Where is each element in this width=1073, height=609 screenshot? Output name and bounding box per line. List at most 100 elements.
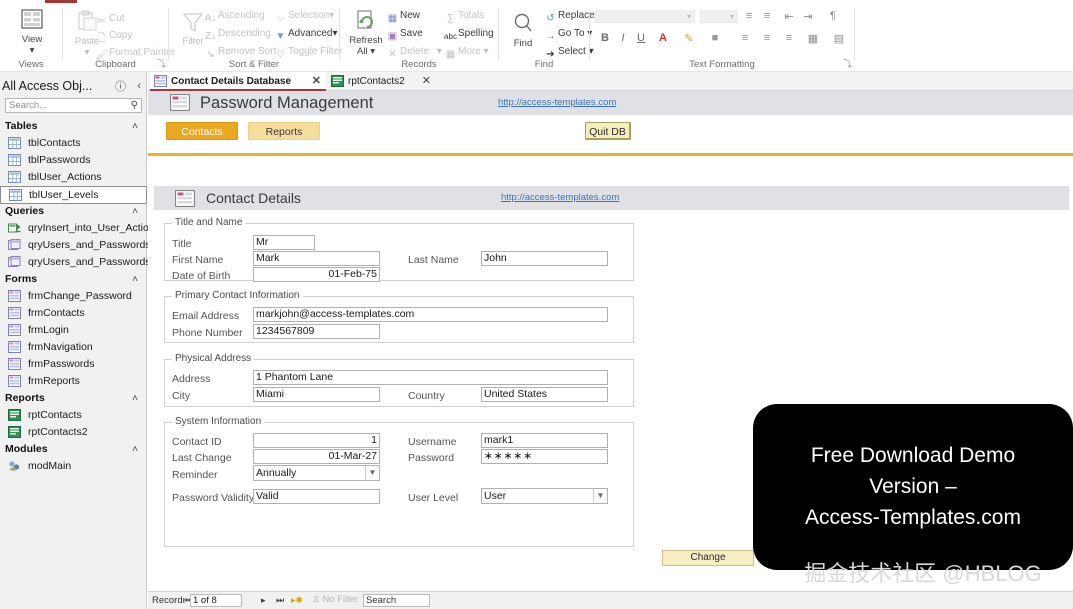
contacts-button[interactable]: Contacts	[166, 122, 238, 140]
nav-section-header-modules[interactable]: Modules˄	[0, 441, 147, 458]
align-right-icon[interactable]: ≡	[782, 32, 796, 44]
view-button[interactable]: View ▾	[10, 8, 54, 56]
chevron-down-icon[interactable]: ▼	[365, 466, 379, 480]
nav-item-rptContacts2[interactable]: rptContacts2	[0, 424, 147, 441]
increase-indent-icon[interactable]: ⇥	[801, 10, 815, 23]
cut-button[interactable]: ✄Cut	[94, 12, 125, 29]
navigation-search-input[interactable]: Search... ⚲	[5, 98, 142, 113]
chevron-up-icon[interactable]: ˄	[132, 390, 138, 407]
bullets-icon[interactable]: ≡	[742, 10, 756, 22]
close-icon[interactable]: ✕	[312, 72, 321, 91]
selection-caret[interactable]: ▾	[329, 10, 334, 21]
quit-db-button[interactable]: Quit DB	[585, 122, 631, 140]
refresh-all-caret[interactable]: All ▾	[344, 46, 388, 57]
input-title[interactable]: Mr	[253, 235, 315, 250]
change-password-button[interactable]: Change Password...	[662, 550, 754, 566]
bold-button[interactable]: B	[598, 32, 612, 44]
decrease-indent-icon[interactable]: ⇤	[782, 10, 796, 23]
chevron-up-icon[interactable]: ˄	[132, 441, 138, 458]
close-icon[interactable]: ✕	[422, 72, 431, 91]
delete-caret[interactable]: ▾	[429, 46, 442, 57]
nav-item-frmContacts[interactable]: frmContacts	[0, 305, 147, 322]
go-to-button[interactable]: →Go To ▾	[543, 27, 592, 44]
advanced-caret[interactable]: ▾	[332, 28, 337, 39]
chevron-up-icon[interactable]: ˄	[132, 271, 138, 288]
subform-web-link[interactable]: http://access-templates.com	[501, 192, 619, 203]
input-last-name[interactable]: John	[481, 251, 608, 266]
chevron-down-icon[interactable]: ▼	[593, 489, 607, 503]
chevron-up-icon[interactable]: ˄	[132, 118, 138, 135]
nav-item-rptContacts[interactable]: rptContacts	[0, 407, 147, 424]
input-date-of-birth[interactable]: 01-Feb-75	[253, 267, 380, 282]
input-password[interactable]: ∗∗∗∗∗	[481, 449, 608, 464]
new-record-button[interactable]: ▸✱	[291, 595, 303, 606]
nav-item-qryInsert_into_User_Actions[interactable]: qryInsert_into_User_Actions	[0, 220, 147, 237]
underline-button[interactable]: U	[634, 32, 648, 44]
nav-item-frmReports[interactable]: frmReports	[0, 373, 147, 390]
clipboard-dialog-launcher[interactable]: ⤵	[157, 57, 166, 70]
input-city[interactable]: Miami	[253, 387, 380, 402]
nav-section-header-reports[interactable]: Reports˄	[0, 390, 147, 407]
italic-button[interactable]: I	[616, 32, 630, 44]
copy-button[interactable]: 🗋Copy	[94, 29, 132, 46]
nav-item-qryUsers_and_Passwords2[interactable]: qryUsers_and_Passwords2	[0, 254, 147, 271]
reports-button[interactable]: Reports	[248, 122, 320, 140]
last-record-button[interactable]: ⏭	[276, 595, 284, 606]
combo-reminder[interactable]: Annually ▼	[253, 465, 380, 481]
align-left-icon[interactable]: ≡	[738, 32, 752, 44]
input-phone-number[interactable]: 1234567809	[253, 324, 380, 339]
input-username[interactable]: mark1	[481, 433, 608, 448]
input-country[interactable]: United States	[481, 387, 608, 402]
nav-item-qryUsers_and_Passwords[interactable]: qryUsers_and_Passwords	[0, 237, 147, 254]
nav-item-frmPasswords[interactable]: frmPasswords	[0, 356, 147, 373]
selection-button[interactable]: ⌵Selection▾	[273, 9, 334, 26]
text-direction-icon[interactable]: ¶	[826, 10, 840, 22]
font-color-icon[interactable]: A	[656, 32, 670, 44]
navigation-grouping-icon[interactable]: ⓘ	[115, 77, 126, 97]
record-search-input[interactable]: Search	[363, 594, 430, 607]
font-size-combo[interactable]	[700, 10, 738, 23]
find-button[interactable]: Find	[501, 12, 545, 49]
nav-item-frmLogin[interactable]: frmLogin	[0, 322, 147, 339]
nav-item-frmNavigation[interactable]: frmNavigation	[0, 339, 147, 356]
nav-item-frmChange_Password[interactable]: frmChange_Password	[0, 288, 147, 305]
view-dropdown-caret[interactable]: ▾	[10, 45, 54, 56]
advanced-button[interactable]: ▼Advanced▾	[273, 27, 338, 44]
nav-item-tblPasswords[interactable]: tblPasswords	[0, 152, 147, 169]
navigation-collapse-icon[interactable]: ‹	[137, 76, 141, 96]
refresh-all-button[interactable]: Refresh All ▾	[344, 9, 388, 57]
ascending-button[interactable]: A↓Ascending	[203, 9, 265, 26]
nav-item-tblUser_Actions[interactable]: tblUser_Actions	[0, 169, 147, 186]
nav-section-header-tables[interactable]: Tables˄	[0, 118, 147, 135]
input-address[interactable]: 1 Phantom Lane	[253, 370, 608, 385]
input-password-validity[interactable]: Valid	[253, 489, 380, 504]
nav-section-header-forms[interactable]: Forms˄	[0, 271, 147, 288]
nav-item-modMain[interactable]: modMain	[0, 458, 147, 475]
combo-user-level[interactable]: User ▼	[481, 488, 608, 504]
align-center-icon[interactable]: ≡	[760, 32, 774, 44]
document-tab-active-0[interactable]: Contact Details Database✕	[150, 72, 326, 91]
background-color-icon[interactable]: ■	[708, 32, 722, 44]
nav-section-header-queries[interactable]: Queries˄	[0, 203, 147, 220]
alternate-row-color-icon[interactable]: ▤	[832, 32, 846, 45]
text-formatting-dialog-launcher[interactable]: ⤵	[843, 57, 852, 70]
header-web-link[interactable]: http://access-templates.com	[498, 97, 616, 108]
new-record-button[interactable]: ▦New	[385, 9, 420, 26]
input-first-name[interactable]: Mark	[253, 251, 380, 266]
filter-status[interactable]: ⧖ No Filter	[313, 594, 358, 605]
totals-button[interactable]: ∑Totals	[443, 9, 484, 26]
input-last-change[interactable]: 01-Mar-27	[253, 449, 380, 464]
input-contact-id[interactable]: 1	[253, 433, 380, 448]
save-record-button[interactable]: ▣Save	[385, 27, 423, 44]
gridlines-icon[interactable]: ▦	[806, 32, 820, 45]
input-email-address[interactable]: markjohn@access-templates.com	[253, 307, 608, 322]
nav-item-tblUser_Levels[interactable]: tblUser_Levels	[0, 186, 147, 204]
replace-button[interactable]: ↺Replace	[543, 9, 595, 26]
highlight-color-icon[interactable]: ✎	[682, 32, 696, 45]
numbering-icon[interactable]: ≡	[760, 10, 774, 22]
descending-button[interactable]: Z↓Descending	[203, 27, 271, 44]
nav-item-tblContacts[interactable]: tblContacts	[0, 135, 147, 152]
chevron-up-icon[interactable]: ˄	[132, 203, 138, 220]
record-position-input[interactable]: 1 of 8	[190, 594, 242, 607]
document-tab-inactive-1[interactable]: rptContacts2✕	[327, 72, 436, 91]
